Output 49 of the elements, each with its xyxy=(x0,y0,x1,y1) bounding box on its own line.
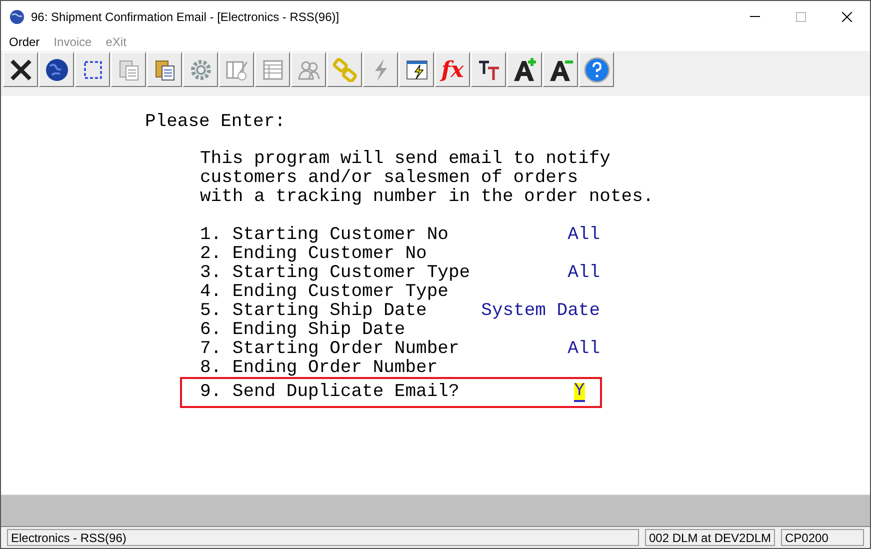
field-value: All xyxy=(568,226,600,245)
description-line: customers and/or salesmen of orders xyxy=(200,169,578,188)
app-globe-icon xyxy=(9,8,25,24)
toolbar-button[interactable] xyxy=(147,52,182,87)
field-label: 2. Ending Customer No xyxy=(200,245,428,264)
description-line: This program will send email to notify xyxy=(200,150,610,169)
chain-link-icon xyxy=(332,58,356,82)
menu-item[interactable]: Order xyxy=(9,32,40,50)
field-value[interactable]: Y xyxy=(574,383,585,402)
field-value: All xyxy=(568,340,600,359)
status-panel: 002 DLM at DEV2DLM xyxy=(645,529,775,546)
window-lightning-icon xyxy=(404,58,428,82)
gear-icon xyxy=(188,58,212,82)
field-value: All xyxy=(568,264,600,283)
font-increase-icon xyxy=(512,56,538,82)
globe-icon xyxy=(44,58,68,82)
table-icon xyxy=(260,58,284,82)
field-label: 9. Send Duplicate Email? xyxy=(200,383,460,402)
description-line: with a tracking number in the order notes. xyxy=(200,188,654,207)
selection-icon xyxy=(82,58,104,80)
toolbar-button[interactable]: fx xyxy=(435,52,470,87)
field-label: 3. Starting Customer Type xyxy=(200,264,472,283)
toolbar-button[interactable] xyxy=(75,52,110,87)
help-icon xyxy=(584,56,610,82)
close-icon xyxy=(842,12,852,22)
field-label: 6. Ending Ship Date xyxy=(200,321,406,340)
toolbar-button[interactable] xyxy=(543,52,578,87)
copy-icon xyxy=(116,58,140,82)
maximize-icon xyxy=(796,12,806,22)
toolbar-button[interactable] xyxy=(39,52,74,87)
status-panel: CP0200 xyxy=(781,529,864,546)
field-label: 8. Ending Order Number xyxy=(200,359,439,378)
toolbar-button[interactable] xyxy=(507,52,542,87)
status-panel: Electronics - RSS(96) xyxy=(7,529,639,546)
field-label: 1. Starting Customer No xyxy=(200,226,450,245)
toolbar-button[interactable] xyxy=(399,52,434,87)
function-icon: fx xyxy=(441,58,464,80)
field-value: System Date xyxy=(481,302,600,321)
field-label: 7. Starting Order Number xyxy=(200,340,460,359)
field-label: 4. Ending Customer Type xyxy=(200,283,450,302)
minimize-icon xyxy=(750,16,760,17)
close-icon xyxy=(8,58,32,82)
form-heading: Please Enter: xyxy=(145,113,286,132)
window-title: 96: Shipment Confirmation Email - [Electronics - RSS(96)] xyxy=(31,8,340,26)
paste-icon xyxy=(152,58,176,82)
toolbar-button[interactable] xyxy=(471,52,506,87)
selected-field-row[interactable]: 9. Send Duplicate Email? Y xyxy=(182,379,600,406)
field-label: 5. Starting Ship Date xyxy=(200,302,428,321)
toolbar-button[interactable] xyxy=(3,52,38,87)
